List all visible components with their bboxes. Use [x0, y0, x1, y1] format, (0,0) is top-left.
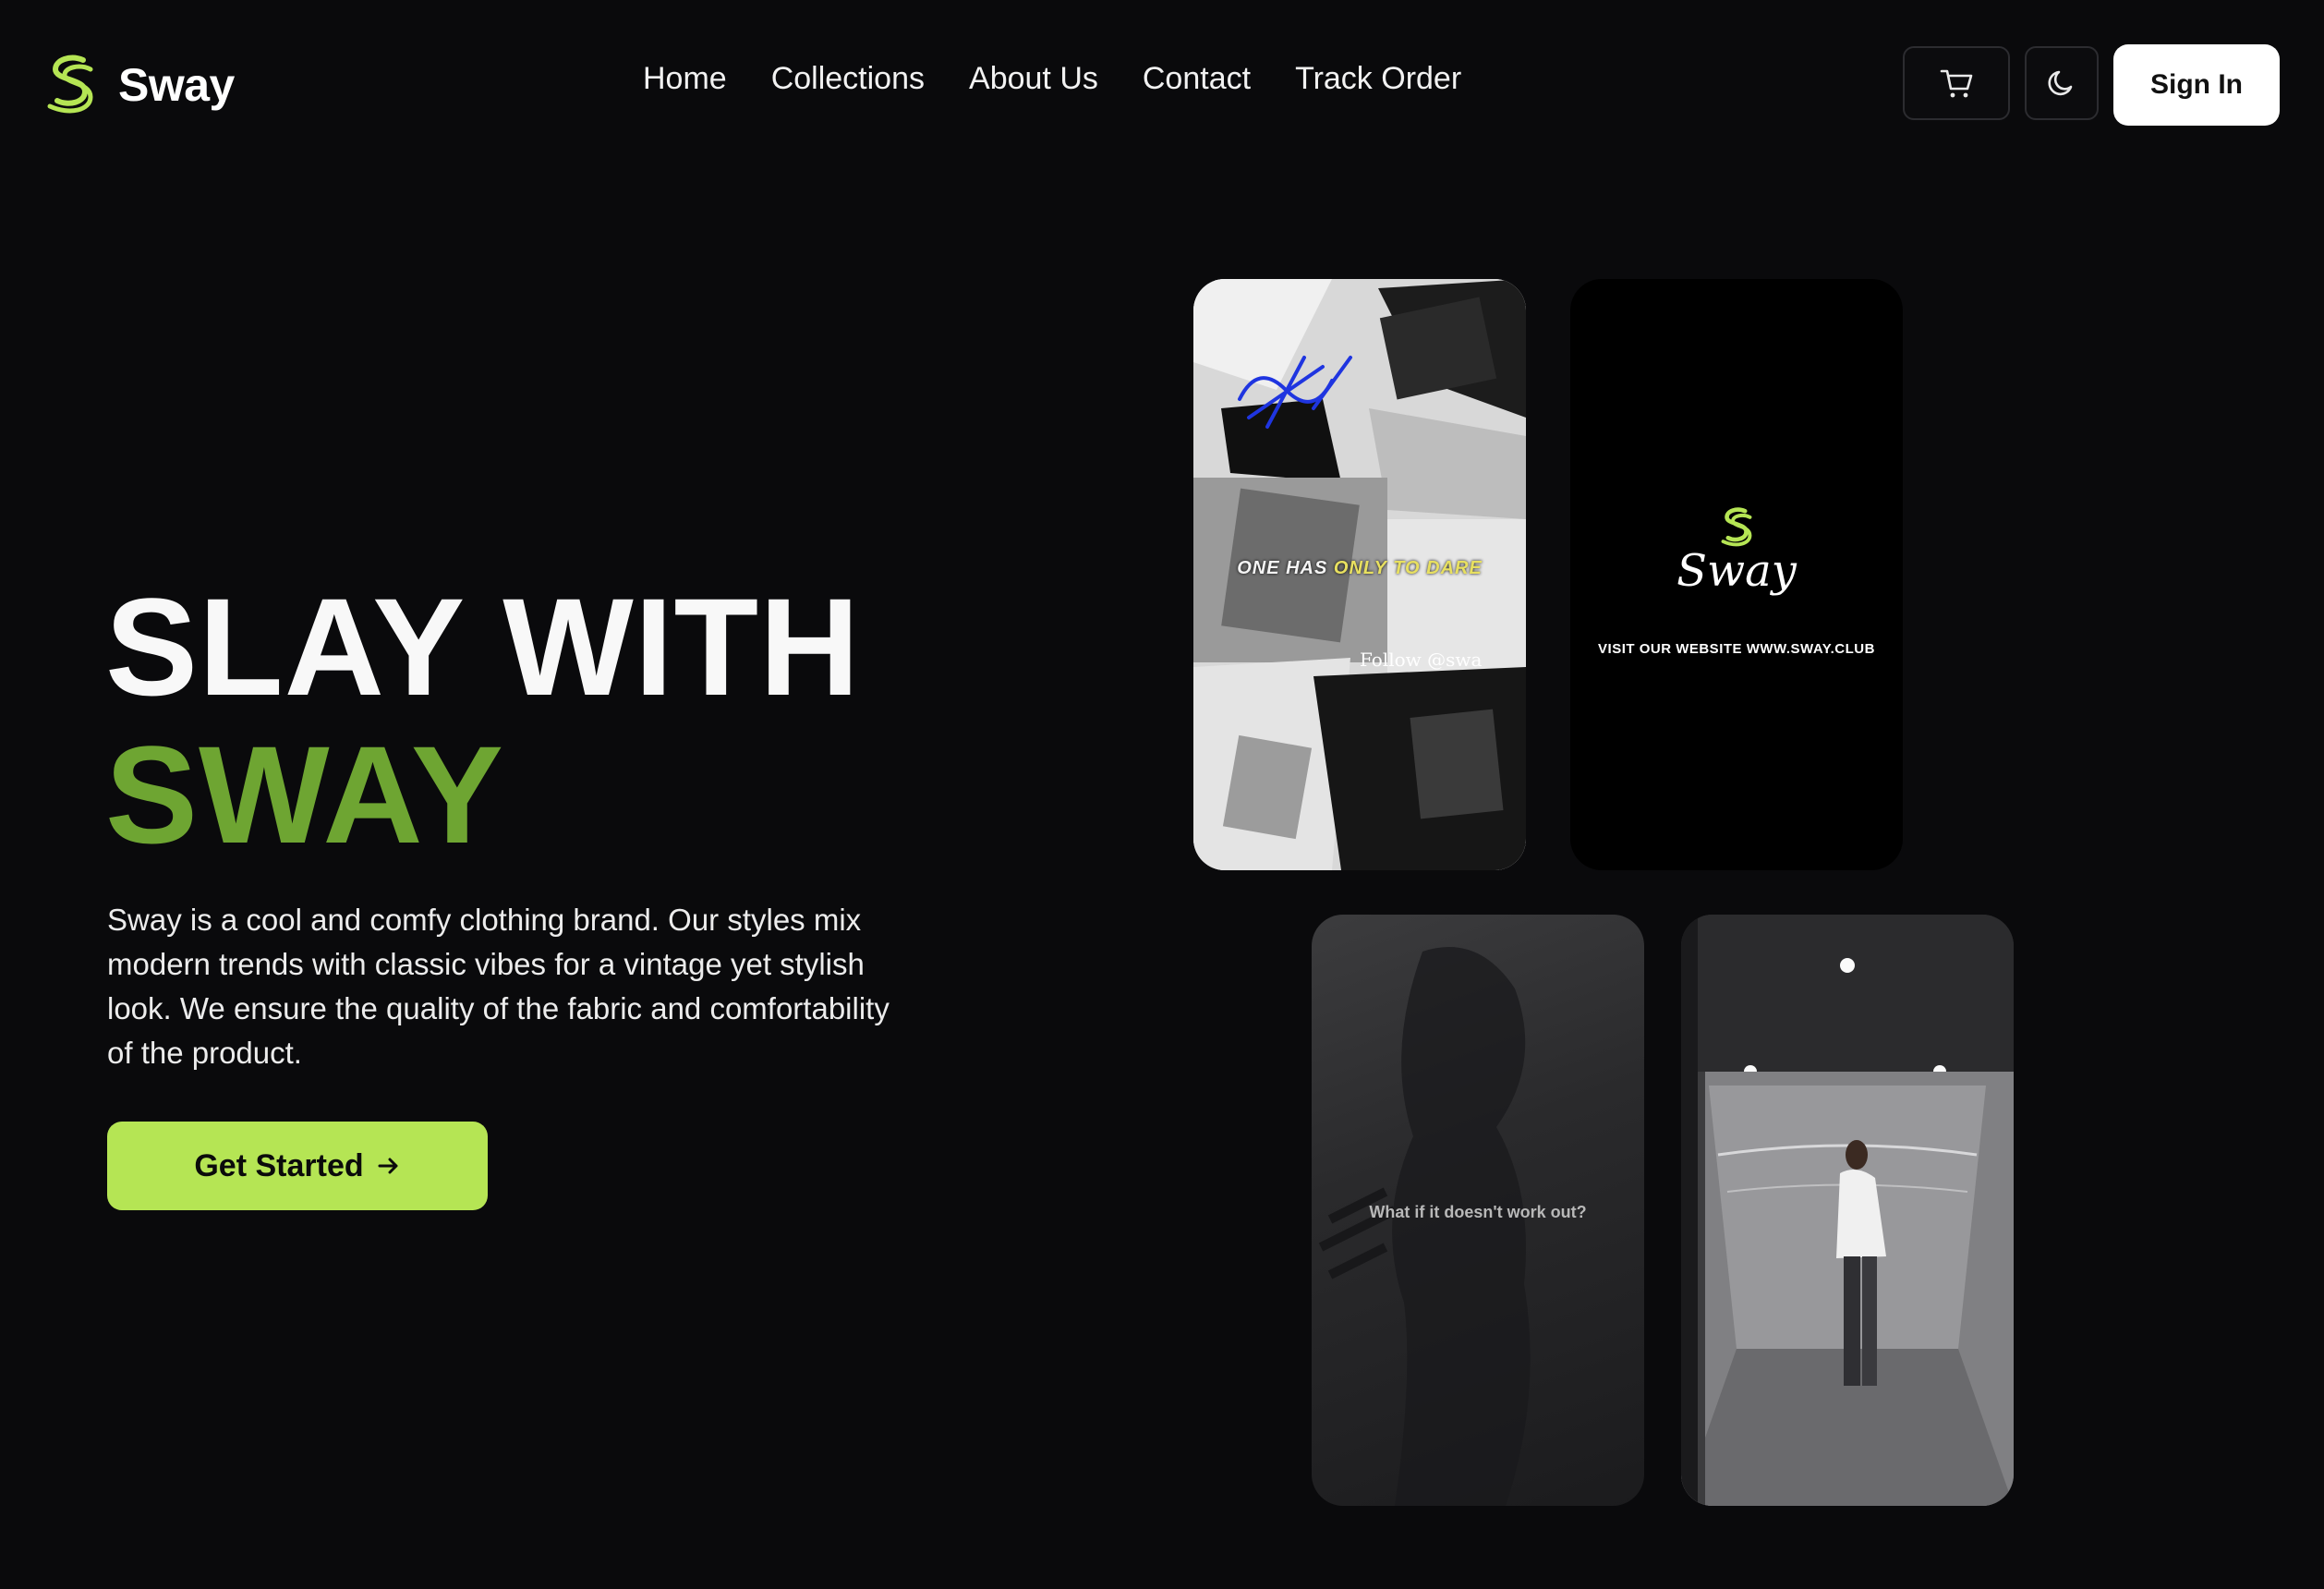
nav-about-us[interactable]: About Us: [969, 61, 1098, 97]
moon-icon: [2048, 70, 2073, 96]
nav-contact[interactable]: Contact: [1143, 61, 1251, 97]
hero-title: SLAY WITH SWAY: [105, 573, 860, 868]
collage-caption-highlight: ONLY TO DARE: [1333, 558, 1483, 578]
video-card-brand[interactable]: Sway VISIT OUR WEBSITE WWW.SWAY.CLUB: [1570, 279, 1903, 870]
hero-title-line2: SWAY: [105, 717, 504, 872]
brand-name: Sway: [118, 59, 235, 111]
get-started-button[interactable]: Get Started: [107, 1122, 488, 1210]
nav-track-order[interactable]: Track Order: [1295, 61, 1461, 97]
collage-caption: ONE HAS ONLY TO DARE: [1193, 558, 1526, 579]
hero-description: Sway is a cool and comfy clothing brand.…: [107, 903, 890, 1070]
cart-icon: [1940, 69, 1973, 98]
get-started-label: Get Started: [194, 1147, 364, 1183]
video-card-question[interactable]: What if it doesn't work out?: [1312, 915, 1644, 1506]
video-card-elevator[interactable]: [1681, 915, 2014, 1506]
visit-website-text: VISIT OUR WEBSITE WWW.SWAY.CLUB: [1598, 641, 1875, 657]
video-card-collage[interactable]: ONE HAS ONLY TO DARE Follow @swa: [1193, 279, 1526, 870]
collage-caption-prefix: ONE HAS: [1237, 558, 1334, 578]
theme-toggle-button[interactable]: [2025, 46, 2099, 120]
brand-script-text: Sway: [1676, 545, 1797, 597]
brand-home-link[interactable]: Sway: [42, 52, 235, 118]
nav-home[interactable]: Home: [643, 61, 727, 97]
sign-in-button[interactable]: Sign In: [2113, 44, 2280, 126]
question-overlay-text: What if it doesn't work out?: [1369, 1203, 1587, 1221]
main-nav: Home Collections About Us Contact Track …: [643, 61, 1461, 97]
site-header: Sway Home Collections About Us Contact T…: [0, 0, 2324, 166]
elevator-photo-image: [1681, 915, 2014, 1506]
arrow-right-icon: [378, 1158, 398, 1174]
sway-logo-icon: [47, 55, 93, 114]
sway-logo-icon: [1721, 507, 1752, 547]
nav-collections[interactable]: Collections: [771, 61, 925, 97]
collage-follow-text: Follow @swa: [1360, 649, 1483, 671]
hero-title-line1: SLAY WITH: [105, 569, 861, 724]
cart-button[interactable]: [1903, 46, 2010, 120]
